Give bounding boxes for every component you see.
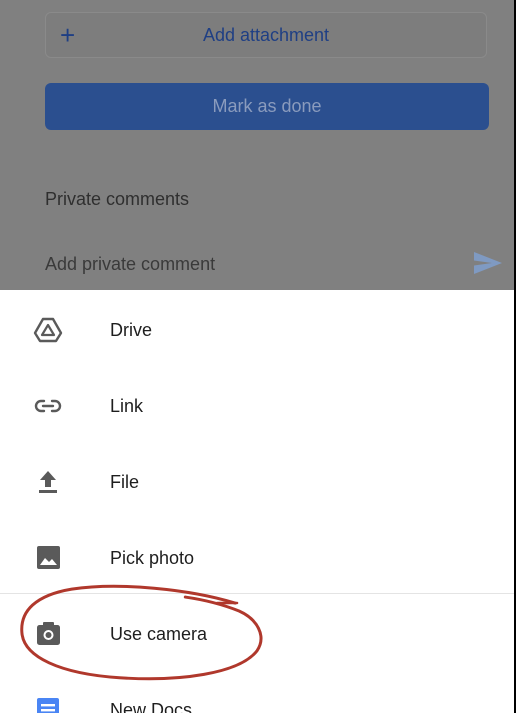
link-icon	[34, 399, 62, 413]
mark-as-done-button[interactable]: Mark as done	[45, 83, 489, 130]
menu-item-label: Link	[110, 396, 144, 416]
menu-item-new-docs[interactable]: New Docs	[0, 672, 514, 713]
menu-item-use-camera[interactable]: Use camera	[0, 596, 514, 670]
menu-item-label: Use camera	[110, 624, 208, 644]
attachment-bottom-sheet: Drive Link File Pick photo Use camera Ne…	[0, 290, 514, 713]
dimmed-assignment-view[interactable]: + Add attachment Mark as done Private co…	[0, 0, 514, 290]
menu-item-file[interactable]: File	[0, 444, 514, 518]
menu-item-label: Drive	[110, 320, 153, 340]
menu-item-drive[interactable]: Drive	[0, 292, 514, 366]
drive-icon	[33, 317, 63, 343]
camera-icon	[37, 622, 60, 645]
menu-item-label: New Docs	[110, 700, 193, 713]
menu-item-link[interactable]: Link	[0, 368, 514, 442]
private-comment-input[interactable]	[45, 250, 455, 278]
add-attachment-label: Add attachment	[202, 25, 330, 45]
send-icon[interactable]	[472, 250, 504, 276]
mark-as-done-label: Mark as done	[212, 96, 322, 116]
menu-item-label: File	[110, 472, 140, 492]
menu-divider	[0, 593, 514, 594]
menu-item-label: Pick photo	[110, 548, 195, 568]
add-attachment-button[interactable]: + Add attachment	[45, 12, 487, 58]
photo-icon	[37, 546, 60, 569]
screen: + Add attachment Mark as done Private co…	[0, 0, 516, 713]
upload-icon	[39, 471, 57, 493]
docs-icon	[37, 698, 59, 713]
private-comments-title: Private comments	[45, 189, 190, 209]
menu-item-pick-photo[interactable]: Pick photo	[0, 520, 514, 594]
